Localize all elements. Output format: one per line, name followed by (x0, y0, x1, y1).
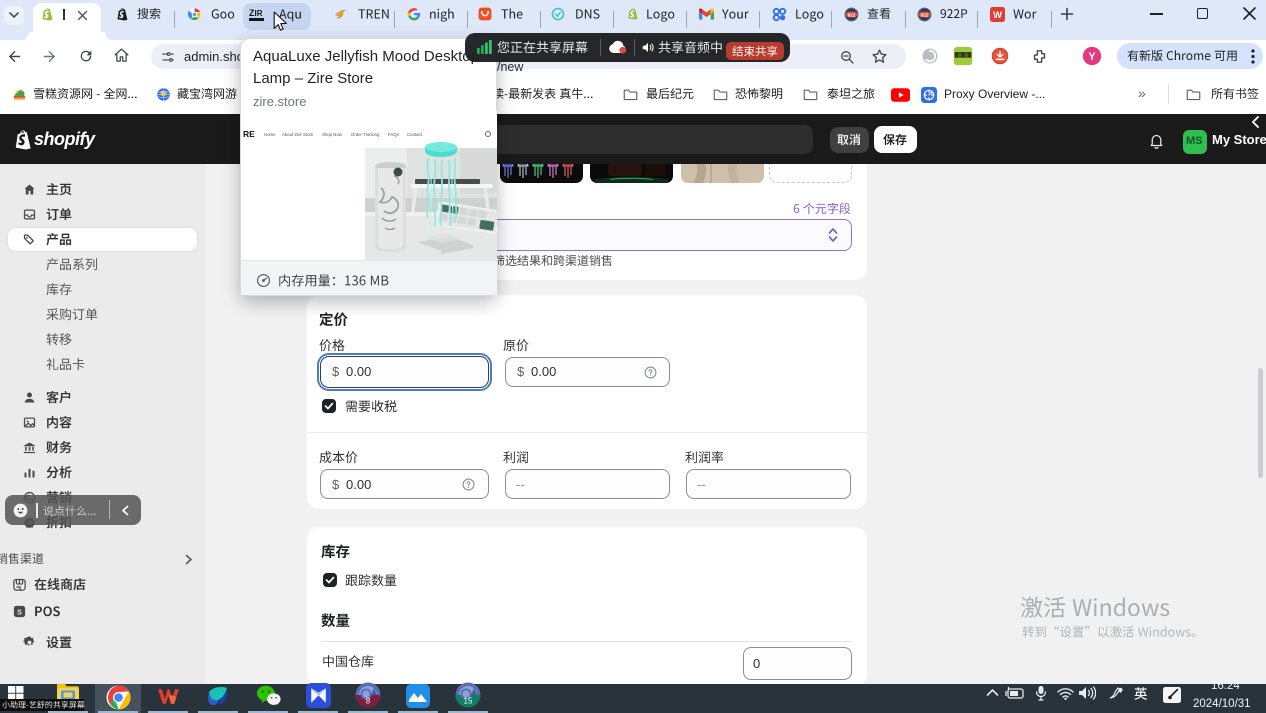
svg-text:922: 922 (848, 12, 856, 17)
svg-text:Y: Y (1088, 51, 1096, 63)
svg-text:Order Tracking: Order Tracking (351, 132, 380, 137)
svg-text:8: 8 (366, 697, 371, 706)
svg-text:S: S (17, 609, 22, 616)
svg-text:W: W (993, 10, 1002, 20)
svg-text:About Zire Store: About Zire Store (282, 132, 314, 137)
svg-text:922: 922 (921, 12, 929, 17)
svg-text:Home: Home (264, 132, 276, 137)
svg-text:FAQs: FAQs (388, 132, 399, 137)
svg-text:15: 15 (464, 697, 473, 706)
svg-text:Shop Now: Shop Now (322, 132, 343, 137)
svg-text:RE: RE (243, 129, 255, 139)
svg-text:Contact: Contact (407, 132, 423, 137)
